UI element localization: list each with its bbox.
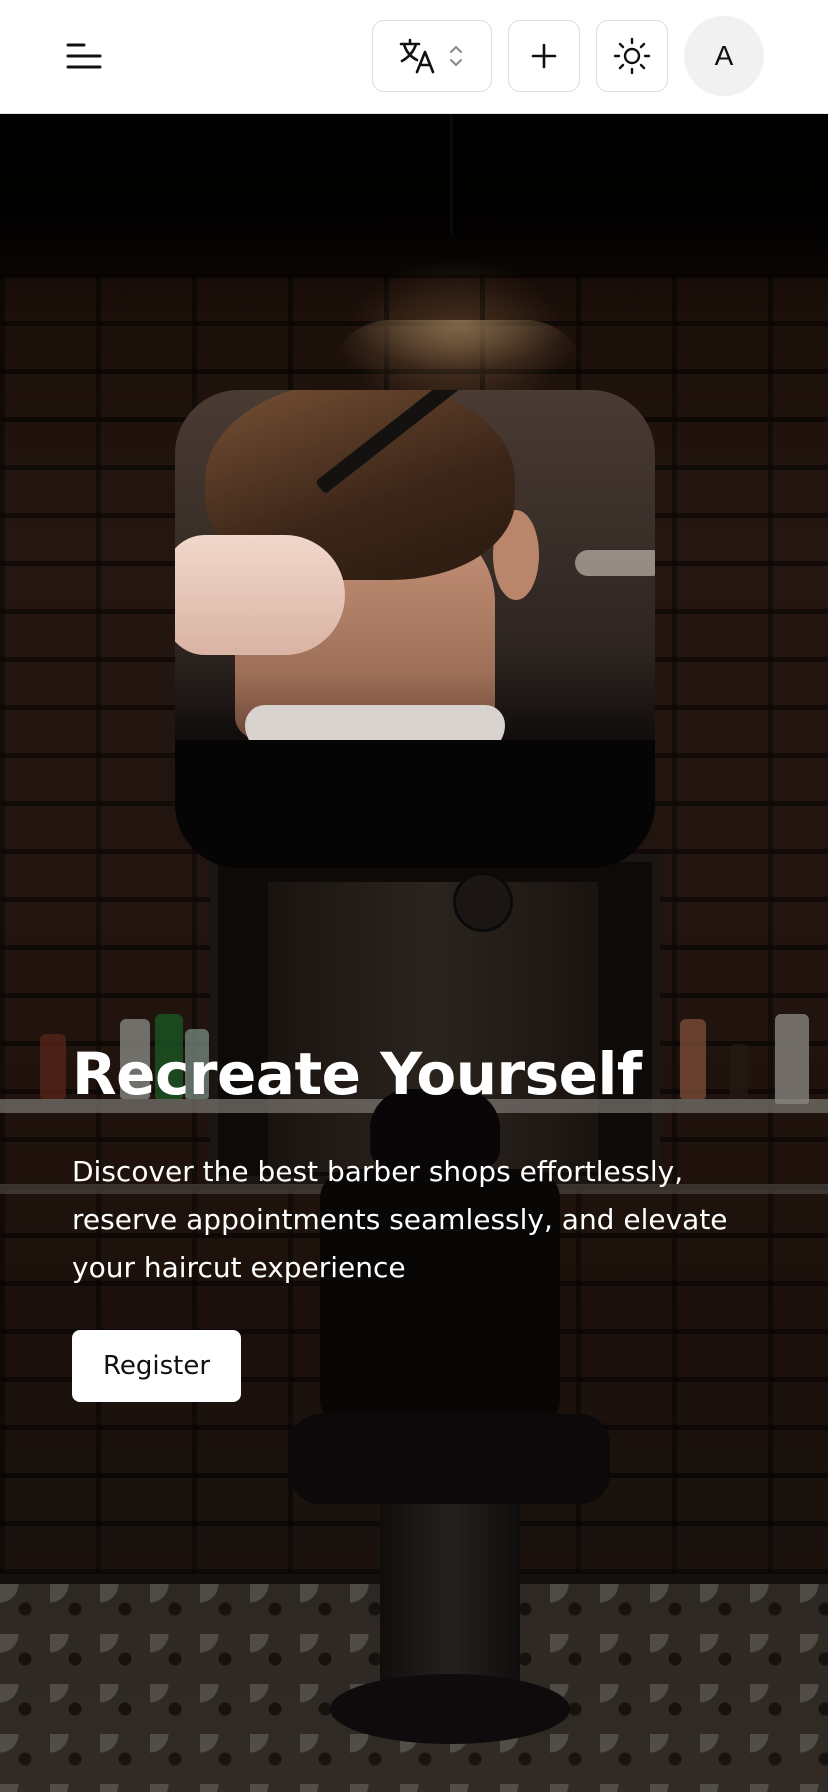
featured-barber-image [175, 390, 655, 868]
menu-icon[interactable] [62, 36, 106, 76]
translate-icon [399, 38, 435, 74]
theme-toggle-button[interactable] [596, 20, 668, 92]
register-button[interactable]: Register [72, 1330, 241, 1402]
hero-description: Discover the best barber shops effortles… [72, 1155, 728, 1284]
avatar[interactable]: A [684, 16, 764, 96]
plus-icon [531, 43, 557, 69]
sun-icon [613, 37, 651, 75]
add-button[interactable] [508, 20, 580, 92]
chevron-up-down-icon [450, 46, 462, 66]
avatar-initial: A [714, 40, 734, 71]
hero-title: Recreate Yourself [72, 1040, 642, 1108]
hero-section [0, 114, 828, 1792]
language-selector-button[interactable] [372, 20, 492, 92]
top-bar: A [0, 0, 828, 114]
